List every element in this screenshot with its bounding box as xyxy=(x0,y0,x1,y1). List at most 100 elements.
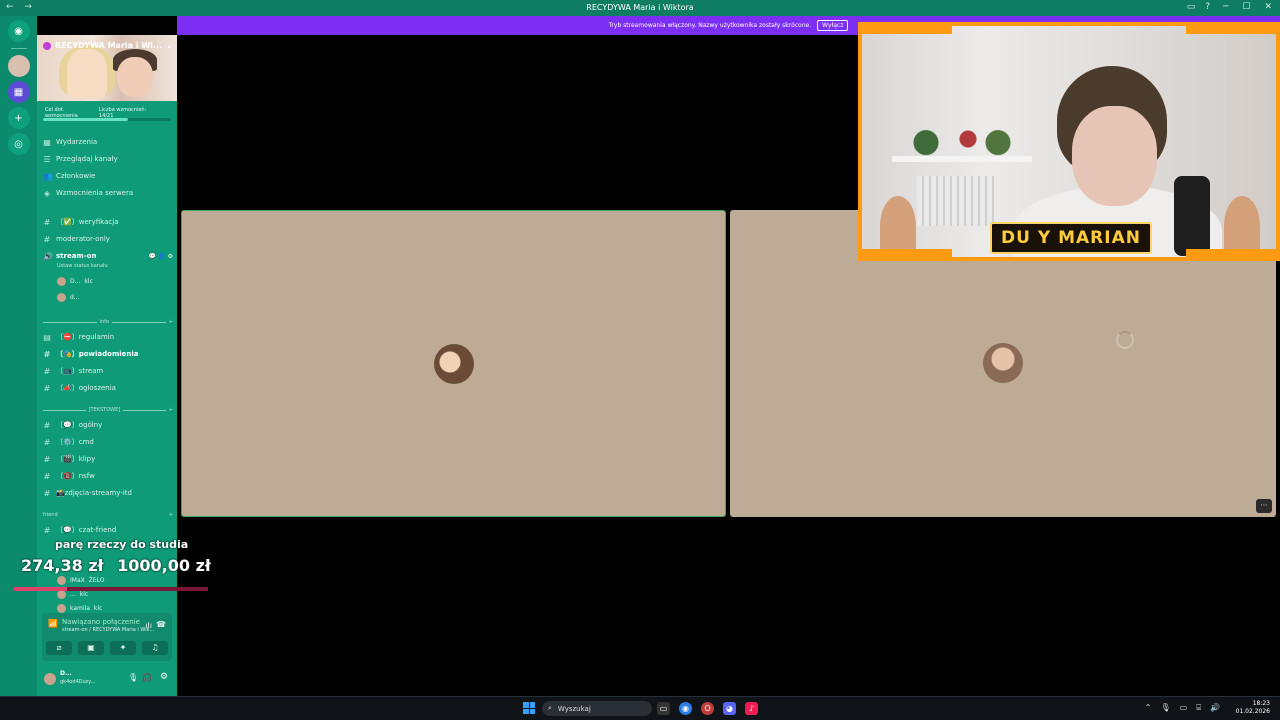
add-channel-icon[interactable]: + xyxy=(169,407,173,413)
text-channel[interactable]: # 〔🎬〕klipy xyxy=(43,452,173,466)
more-options-button[interactable]: ⋯ xyxy=(1256,499,1272,513)
discord-home-icon[interactable]: ◉ xyxy=(7,20,30,42)
voice-tile[interactable] xyxy=(181,210,726,517)
discord-icon[interactable]: ◕ xyxy=(723,702,736,715)
opera-icon[interactable]: O xyxy=(701,702,714,715)
close-button[interactable]: ✕ xyxy=(1264,2,1272,12)
sidebar-menu-item[interactable]: ▦ Wydarzenia xyxy=(43,135,173,149)
text-channel[interactable]: # 〔📣〕ogloszenia xyxy=(43,381,173,395)
voice-connection-panel: 📶 Nawiązano połączenie stream-on / RECYD… xyxy=(42,613,172,661)
monitor-icon[interactable]: ▭ xyxy=(1180,703,1188,713)
add-channel-icon[interactable]: + xyxy=(169,512,173,518)
server-folder-icon[interactable]: ▦ xyxy=(7,81,30,103)
voice-user[interactable]: IMaX ŻELO xyxy=(57,574,105,586)
activities-button[interactable]: ✦ xyxy=(110,641,136,655)
voice-user[interactable]: d... xyxy=(57,291,80,303)
avatar xyxy=(57,575,66,585)
avatar[interactable] xyxy=(44,673,56,685)
headphones-icon[interactable]: 🎧 xyxy=(142,673,152,682)
system-tray[interactable]: ⌃ 🎙 ▭ ⌸ 🔊 xyxy=(1145,703,1220,713)
donation-current: 274,38 zł xyxy=(21,556,104,575)
character-left-image xyxy=(880,196,916,256)
hashtag-icon: # xyxy=(43,488,51,498)
inbox-icon[interactable]: ▭ xyxy=(1187,2,1196,12)
text-channel[interactable]: # 〔💬〕ogólny xyxy=(43,418,173,432)
sidebar-menu-item[interactable]: ◈ Wzmocnienia serwera xyxy=(43,186,173,200)
user-status: gk4od4Duzy... xyxy=(60,679,96,685)
hashtag-icon: # xyxy=(43,234,51,244)
category-info[interactable]: info + xyxy=(43,317,173,327)
gear-icon[interactable]: ⚙ xyxy=(160,672,168,682)
server-banner[interactable]: RECYDYWA Maria i Wi... ⌄ xyxy=(37,35,177,101)
text-channel[interactable]: # moderator-only xyxy=(43,232,173,246)
voice-channel-stream-on[interactable]: 🔊 stream-on 💬 👤 ⚙ xyxy=(43,249,173,263)
hashtag-icon: # xyxy=(43,437,51,447)
channel-status-hint[interactable]: Ustaw status kanału xyxy=(57,263,108,269)
text-channel[interactable]: # 〔🔞〕nsfw xyxy=(43,469,173,483)
taskbar: ⌕ Wyszukaj ▭ ◉ O ◕ ♪ ⌃ 🎙 ▭ ⌸ 🔊 18:23 01.… xyxy=(0,696,1280,720)
signal-icon[interactable]: 📶 xyxy=(48,619,58,628)
loading-spinner-icon xyxy=(1116,331,1134,349)
user-panel: D... gk4od4Duzy... 🎙 🎧 ⚙ xyxy=(42,667,172,689)
avatar xyxy=(57,276,66,286)
discover-icon[interactable]: ◎ xyxy=(7,133,30,155)
boost-goal[interactable]: Cel dot. wzmocnienia Liczba wzmocnień: 1… xyxy=(43,107,171,121)
windows-start-icon[interactable] xyxy=(523,702,535,714)
chrome-icon[interactable]: ◉ xyxy=(679,702,692,715)
taskbar-search[interactable]: ⌕ Wyszukaj xyxy=(542,701,652,716)
hashtag-icon: # xyxy=(43,525,51,535)
tiktok-icon[interactable]: ♪ xyxy=(745,702,758,715)
streamer-nameplate: DU Y MARIAN xyxy=(990,222,1152,254)
network-icon[interactable]: ⌸ xyxy=(1196,703,1201,713)
add-channel-icon[interactable]: + xyxy=(169,319,173,325)
disable-streamer-mode-button[interactable]: Wyłącz xyxy=(817,20,849,31)
channel-sidebar: RECYDYWA Maria i Wi... ⌄ Cel dot. wzmocn… xyxy=(37,35,177,696)
search-icon: ⌕ xyxy=(548,704,552,712)
text-channel[interactable]: # 〔🎭〕powiadomienia xyxy=(43,347,173,361)
soundboard-button[interactable]: ♫ xyxy=(142,641,168,655)
hashtag-icon: # xyxy=(43,383,51,393)
category-tekstowe[interactable]: [TEKSTOWE] + xyxy=(43,405,173,415)
volume-icon[interactable]: 🔊 xyxy=(1210,703,1220,713)
maximize-button[interactable]: ☐ xyxy=(1242,2,1250,12)
server-name[interactable]: RECYDYWA Maria i Wi... ⌄ xyxy=(43,41,173,50)
noise-suppression-icon[interactable]: ılı xyxy=(145,621,152,630)
sidebar-menu-item[interactable]: ☰ Przeglądaj kanały xyxy=(43,152,173,166)
hashtag-icon: # xyxy=(43,471,51,481)
hashtag-icon: # xyxy=(43,349,51,359)
clock[interactable]: 18:23 01.02.2026 xyxy=(1236,700,1270,716)
minimize-button[interactable]: ─ xyxy=(1223,2,1228,12)
camera-off-button[interactable]: ⧄ xyxy=(46,641,72,655)
text-channel[interactable]: # 〔💬〕czat-friend xyxy=(43,523,173,537)
chevron-up-icon[interactable]: ⌃ xyxy=(1145,703,1152,713)
voice-user[interactable]: D... klc xyxy=(57,275,93,287)
channel-actions-icons[interactable]: 💬 👤 ⚙ xyxy=(149,253,174,260)
text-channel[interactable]: # 📸zdjęcia-streamy-itd xyxy=(43,486,173,500)
text-channel[interactable]: # 〔📺〕stream xyxy=(43,364,173,378)
microphone-icon[interactable]: 🎙 xyxy=(128,673,138,682)
members-icon: 👥 xyxy=(43,171,53,181)
chevron-down-icon: ⌄ xyxy=(166,41,173,50)
sidebar-menu-item[interactable]: 👥 Członkowie xyxy=(43,169,173,183)
text-channel[interactable]: ▤ 〔⛔〕regulamin xyxy=(43,330,173,344)
hashtag-icon: # xyxy=(43,366,51,376)
disconnect-icon[interactable]: ☎ xyxy=(156,620,166,629)
avatar xyxy=(57,603,66,613)
server-avatar[interactable] xyxy=(7,55,30,77)
microphone-icon[interactable]: 🎙 xyxy=(1161,703,1171,713)
avatar xyxy=(434,344,474,384)
user-name[interactable]: D... xyxy=(60,670,72,677)
title-bar: ← → RECYDYWA Maria i Wiktora ▭ ? ─ ☐ ✕ xyxy=(0,0,1280,16)
text-channel[interactable]: # 〔⚙️〕cmd xyxy=(43,435,173,449)
help-icon[interactable]: ? xyxy=(1205,2,1210,12)
add-server-icon[interactable]: + xyxy=(7,107,30,129)
category-friend[interactable]: friend + xyxy=(43,510,173,520)
character-right-image xyxy=(1224,196,1260,256)
text-channel[interactable]: # 〔✅〕weryfikacja xyxy=(43,215,173,229)
screen-share-button[interactable]: ▣ xyxy=(78,641,104,655)
calendar-icon: ▦ xyxy=(43,137,51,147)
window-title: RECYDYWA Maria i Wiktora xyxy=(586,3,694,12)
donation-progress-fill xyxy=(14,587,68,591)
voice-status[interactable]: Nawiązano połączenie xyxy=(62,618,140,626)
task-view-icon[interactable]: ▭ xyxy=(657,702,670,715)
